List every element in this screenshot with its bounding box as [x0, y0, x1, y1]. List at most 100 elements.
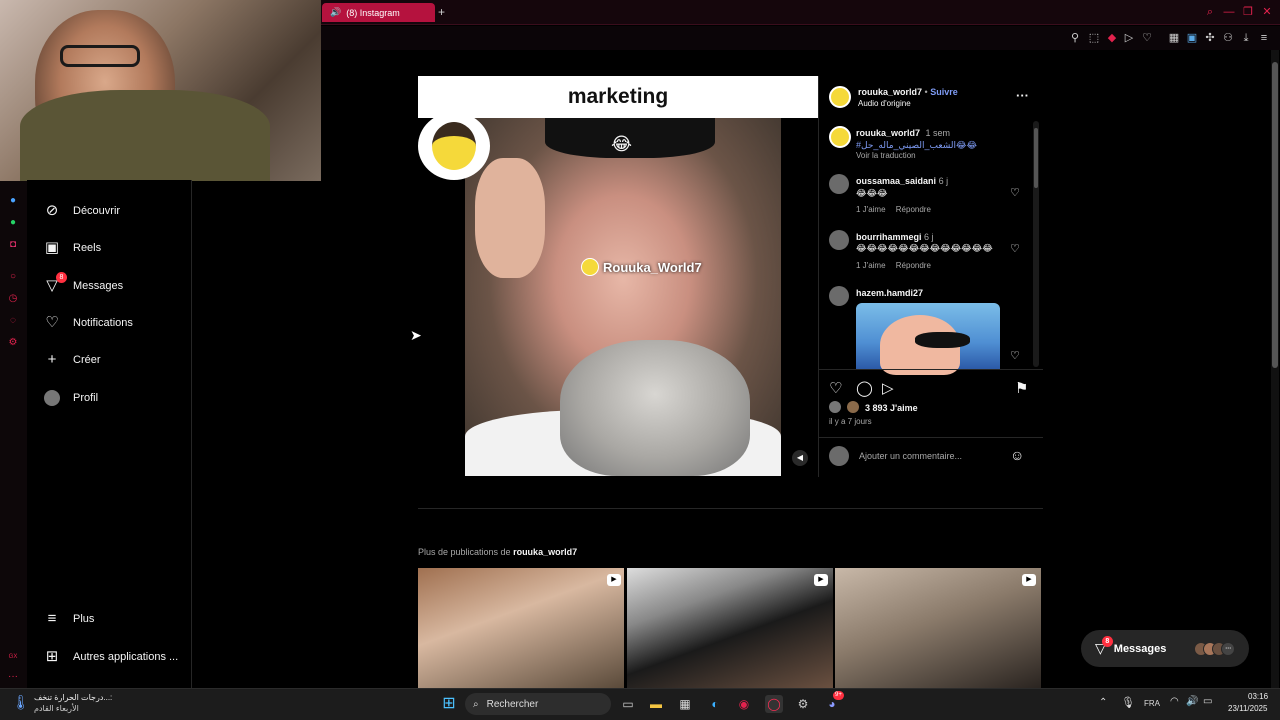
opera-gx-icon[interactable]: ◯ — [765, 695, 783, 713]
messages-pill[interactable]: ▽ 8 Messages ··· — [1081, 630, 1249, 667]
post-thumbnail[interactable] — [418, 568, 624, 688]
comment-avatar[interactable] — [829, 174, 849, 194]
instagram-icon[interactable]: ◘ — [6, 238, 20, 252]
discord-icon[interactable]: ◕ 9+ — [823, 691, 844, 713]
page-scrollbar-thumb[interactable] — [1272, 62, 1278, 368]
messenger-icon[interactable]: ● — [6, 194, 20, 208]
edge-icon[interactable]: ◐ — [706, 695, 724, 713]
post-thumbnail[interactable] — [627, 568, 833, 688]
nav-item-messages[interactable]: ▽ 8 Messages — [43, 272, 123, 298]
discord-badge: 9+ — [833, 691, 844, 700]
comment-icon[interactable]: ◯ — [856, 379, 873, 397]
comment-likes[interactable]: 1 J'aime — [856, 205, 886, 214]
comment-username[interactable]: oussamaa_saidani — [856, 176, 936, 186]
comment-username[interactable]: bourrihammegi — [856, 232, 922, 242]
emoji-picker-icon[interactable]: ☺ — [1010, 447, 1024, 463]
file-explorer-icon[interactable]: ▬ — [647, 695, 665, 713]
whatsapp-icon[interactable]: ● — [6, 216, 20, 230]
caption-avatar[interactable] — [829, 126, 851, 148]
vpn-shield-icon[interactable]: ◆ — [1105, 30, 1119, 46]
see-translation-link[interactable]: Voir la traduction — [856, 151, 916, 160]
more-posts-user[interactable]: rouuka_world7 — [513, 547, 577, 557]
weather-line-2[interactable]: الأربعاء القادم — [34, 704, 79, 713]
gx-icon[interactable]: GX — [6, 650, 20, 664]
tray-expand-icon[interactable]: ⌃ — [1099, 697, 1107, 708]
reply-button[interactable]: Répondre — [896, 261, 931, 270]
store-icon[interactable]: ▦ — [676, 695, 694, 713]
comment-avatar[interactable] — [829, 286, 849, 306]
messages-pill-badge: 8 — [1101, 636, 1113, 647]
browser-tab-instagram[interactable]: 🔊 (8) Instagram — [322, 3, 435, 22]
video-watermark: Rouuka_World7 — [581, 257, 702, 277]
download-icon[interactable]: ⤓ — [1239, 30, 1253, 46]
app-icon[interactable]: ◉ — [735, 695, 753, 713]
comments-scrollbar-thumb[interactable] — [1034, 128, 1038, 188]
volume-icon[interactable]: 🔊 — [1186, 696, 1198, 707]
windows-start-icon[interactable]: ⊞ — [440, 695, 458, 713]
save-bookmark-icon[interactable]: ⚑ — [1015, 379, 1028, 397]
history-icon[interactable]: ◷ — [6, 292, 20, 306]
post-thumbnail[interactable] — [835, 568, 1041, 688]
share-icon[interactable]: ▷ — [882, 379, 894, 397]
comment-time: 6 j — [938, 176, 949, 186]
search-tabs-icon[interactable]: ⌕ — [1203, 4, 1217, 20]
nav-item-plus[interactable]: ≡ Plus — [43, 607, 95, 631]
weather-line-1[interactable]: درجات الحرارة تنخف...: — [34, 693, 112, 702]
comment-input[interactable]: Ajouter un commentaire... — [859, 451, 962, 461]
wifi-icon[interactable]: ◠ — [1170, 696, 1179, 707]
player-icon[interactable]: ▷ — [1122, 30, 1136, 46]
follow-button[interactable]: Suivre — [930, 87, 958, 97]
likes-count[interactable]: 3 893 J'aime — [865, 403, 918, 413]
comment-username[interactable]: hazem.hamdi27 — [856, 288, 923, 298]
settings-icon[interactable]: ⚙ — [6, 336, 20, 350]
clock-time[interactable]: 03:16 — [1248, 692, 1268, 701]
watermark-text: Rouuka_World7 — [603, 259, 702, 275]
minimize-button[interactable]: — — [1222, 4, 1236, 20]
extension-icon-2[interactable]: ▣ — [1185, 30, 1199, 46]
extension-icon-1[interactable]: ▦ — [1167, 30, 1181, 46]
author-avatar[interactable] — [829, 86, 851, 108]
extensions-sidebar-icon[interactable]: ◌ — [6, 314, 20, 328]
author-username[interactable]: rouuka_world7 — [858, 87, 922, 97]
account-icon[interactable]: ⚇ — [1221, 30, 1235, 46]
comment-like-icon[interactable]: ♡ — [1010, 186, 1020, 199]
reply-button[interactable]: Répondre — [896, 205, 931, 214]
like-icon[interactable]: ♡ — [829, 379, 842, 397]
more-sidebar-icon[interactable]: ··· — [6, 670, 20, 684]
options-icon[interactable]: ··· — [1016, 88, 1029, 103]
maximize-button[interactable]: ❐ — [1241, 4, 1255, 20]
audio-label[interactable]: Audio d'origine — [858, 99, 911, 108]
comment-likes[interactable]: 1 J'aime — [856, 261, 886, 270]
language-indicator[interactable]: FRA — [1144, 699, 1160, 708]
bookmark-heart-icon[interactable]: ♡ — [1140, 30, 1154, 46]
caption-header: rouuka_world7 1 sem — [856, 128, 950, 138]
nav-item-reels[interactable]: ▣ Reels — [43, 236, 101, 260]
comment-avatar[interactable] — [829, 230, 849, 250]
liker-avatar — [829, 401, 841, 413]
task-view-icon[interactable]: ▭ — [619, 695, 637, 713]
nav-item-other-apps[interactable]: ⊞ Autres applications ... — [43, 645, 178, 669]
nav-item-decouvrir[interactable]: ⊘ Découvrir — [43, 199, 120, 223]
profile-avatar — [43, 389, 61, 407]
menu-icon[interactable]: ≡ — [1257, 30, 1271, 46]
messenger-icon: ▽ 8 — [1095, 636, 1113, 657]
player-sidebar-icon[interactable]: ○ — [6, 270, 20, 284]
extensions-puzzle-icon[interactable]: ✣ — [1203, 30, 1217, 46]
nav-item-notifications[interactable]: ♡ Notifications — [43, 311, 133, 335]
close-button[interactable]: ✕ — [1260, 4, 1274, 20]
comment-like-icon[interactable]: ♡ — [1010, 242, 1020, 255]
pin-icon[interactable]: ⚲ — [1068, 30, 1082, 46]
clock-date[interactable]: 23/11/2025 — [1228, 704, 1267, 713]
nav-item-profil[interactable]: Profil — [43, 386, 98, 410]
new-tab-button[interactable]: + — [438, 5, 450, 19]
caption-username[interactable]: rouuka_world7 — [856, 128, 920, 138]
comment-like-icon[interactable]: ♡ — [1010, 349, 1020, 362]
nav-item-creer[interactable]: + Créer — [43, 348, 101, 372]
snapshot-icon[interactable]: ⬚ — [1087, 30, 1101, 46]
nav-label: Notifications — [73, 317, 133, 329]
battery-icon[interactable]: ▭ — [1203, 696, 1212, 707]
steam-icon[interactable]: ⚙ — [794, 695, 812, 713]
mute-icon[interactable]: ◀ — [792, 450, 808, 466]
microphone-icon[interactable]: 🎙 — [1121, 696, 1135, 709]
taskbar-search[interactable]: ⌕ Rechercher — [465, 693, 611, 715]
